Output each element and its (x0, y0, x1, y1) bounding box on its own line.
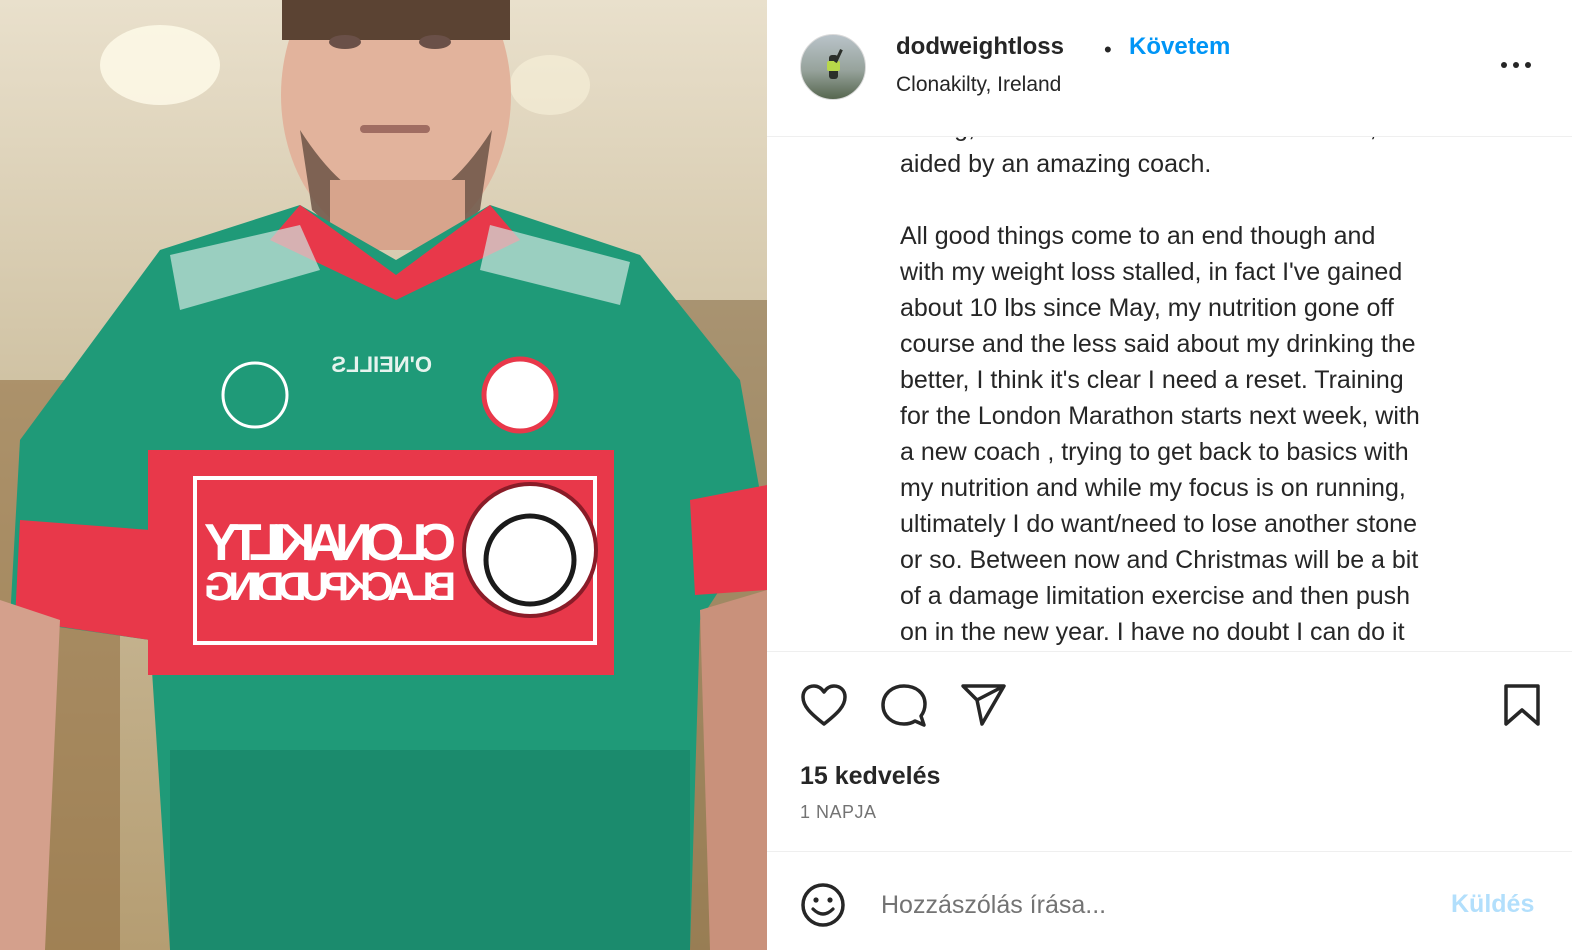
action-bar (767, 651, 1572, 732)
emoji-icon[interactable] (800, 882, 846, 928)
send-button[interactable]: Küldés (1451, 890, 1534, 919)
comment-composer: Küldés (767, 851, 1572, 951)
post-photo: O'NEILLS CLONAKILTY BLACKPUDDING (0, 0, 767, 950)
post-caption: wrong, but all in all I think it was a s… (900, 110, 1530, 650)
post-date[interactable]: 1 NAPJA (800, 802, 877, 823)
caption-line: on in the new year. I have no doubt I ca… (900, 618, 1405, 646)
share-icon[interactable] (960, 683, 1008, 727)
follow-button[interactable]: Követem (1129, 33, 1230, 61)
caption-line: with my weight loss stalled, in fact I'v… (900, 258, 1403, 286)
jersey-sponsor-line2: BLACKPUDDING (204, 565, 456, 609)
jersey-maker-text: O'NEILLS (331, 352, 432, 377)
caption-line: aided by an amazing coach. (900, 150, 1212, 178)
caption-line: about 10 lbs since May, my nutrition gon… (900, 294, 1394, 322)
author-username[interactable]: dodweightloss (896, 33, 1064, 61)
post-details-panel: dodweightloss • Követem Clonakilty, Irel… (767, 0, 1572, 950)
photo-illustration: O'NEILLS CLONAKILTY BLACKPUDDING (0, 0, 767, 950)
author-avatar[interactable] (800, 34, 866, 100)
likes-count[interactable]: 15 kedvelés (800, 762, 940, 791)
heart-icon[interactable] (800, 683, 848, 727)
caption-paragraph-gap (900, 182, 1530, 218)
caption-line: a new coach , trying to get back to basi… (900, 438, 1409, 466)
more-options-icon[interactable] (1501, 62, 1535, 72)
caption-line: better, I think it's clear I need a rese… (900, 366, 1404, 394)
caption-line: my nutrition and while my focus is on ru… (900, 474, 1406, 502)
caption-line: ultimately I do want/need to lose anothe… (900, 510, 1417, 538)
comment-icon[interactable] (880, 683, 928, 729)
post-location[interactable]: Clonakilty, Ireland (896, 73, 1061, 97)
caption-line: course and the less said about my drinki… (900, 330, 1416, 358)
avatar-jacket (827, 61, 840, 71)
caption-line: of a damage limitation exercise and then… (900, 582, 1411, 610)
separator-dot: • (1104, 37, 1112, 62)
bookmark-icon[interactable] (1502, 683, 1542, 727)
caption-line: or so. Between now and Christmas will be… (900, 546, 1419, 574)
caption-line: for the London Marathon starts next week… (900, 402, 1420, 430)
post-header: dodweightloss • Követem Clonakilty, Irel… (767, 0, 1572, 137)
jersey-sponsor-line1: CLONAKILTY (204, 514, 456, 572)
caption-line: All good things come to an end though an… (900, 222, 1376, 250)
comment-input[interactable] (879, 882, 1423, 928)
